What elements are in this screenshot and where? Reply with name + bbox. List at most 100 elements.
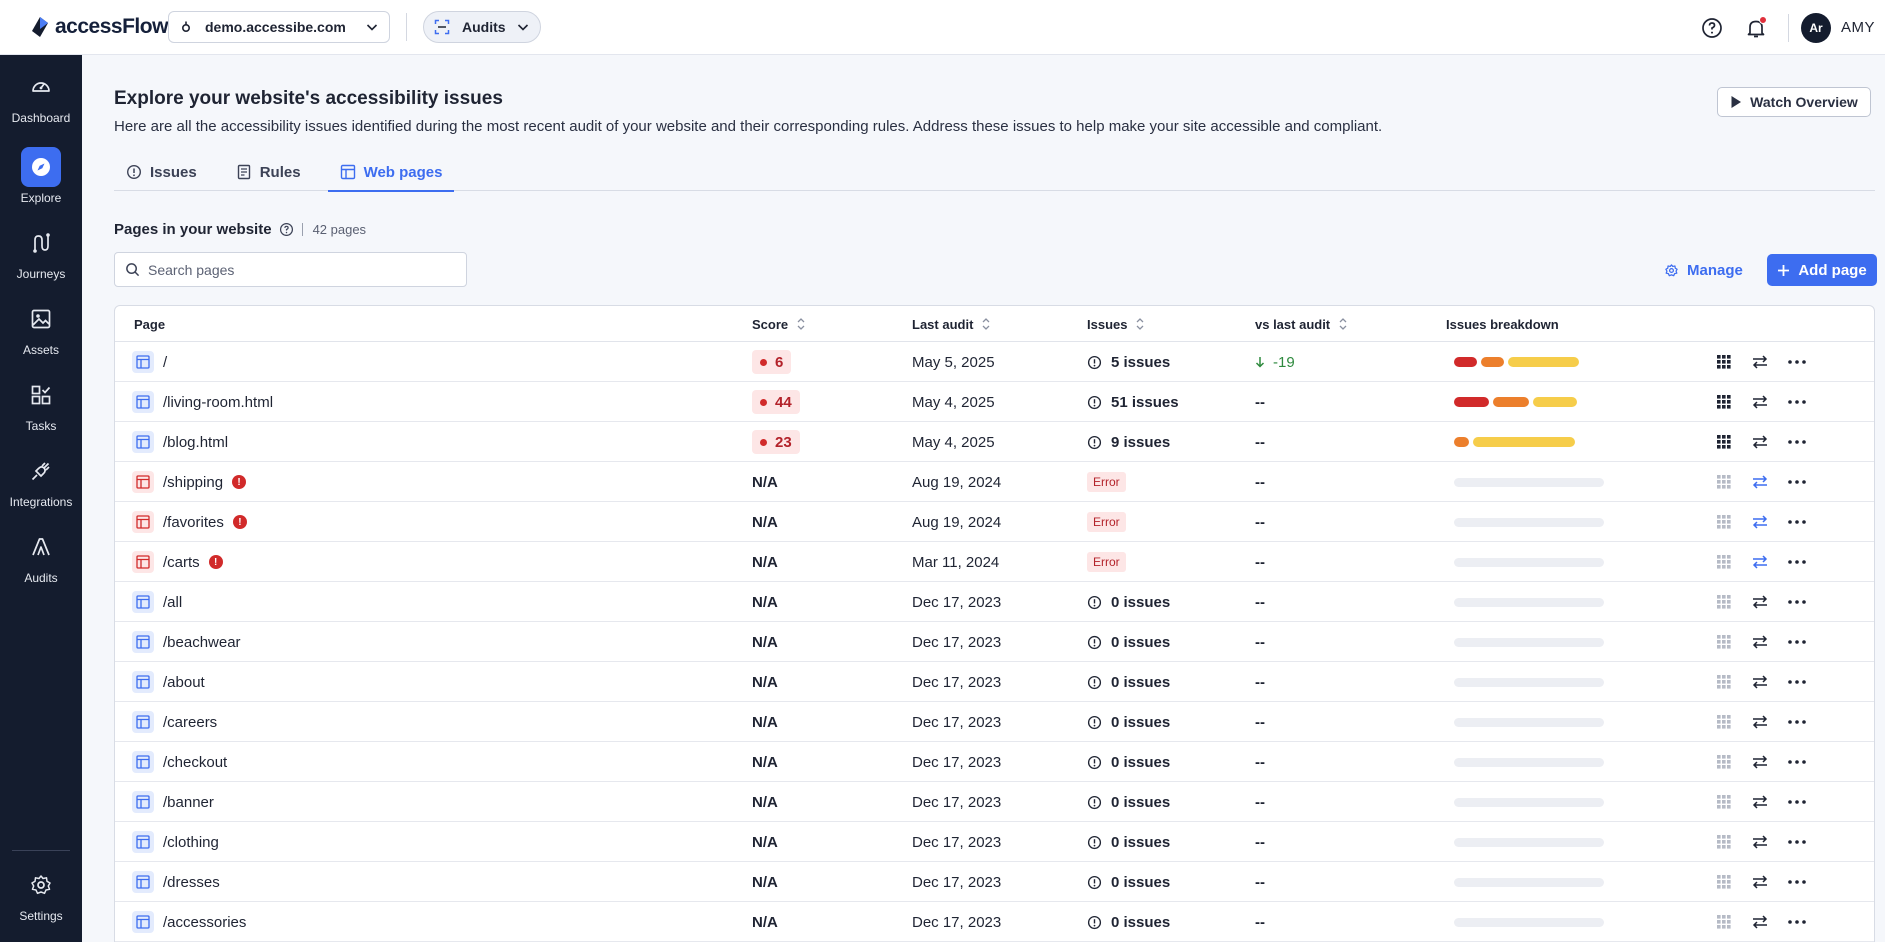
issues-cell[interactable]: 0 issues [1087,782,1170,822]
view-grid-button[interactable] [1716,662,1732,702]
compare-button[interactable] [1751,582,1769,622]
compare-button[interactable] [1751,662,1769,702]
view-grid-button[interactable] [1716,382,1732,422]
view-grid-button[interactable] [1716,342,1732,382]
more-options-button[interactable] [1788,542,1806,582]
issues-cell[interactable]: 5 issues [1087,342,1170,382]
tab-issues[interactable]: Issues [114,153,209,191]
sidebar-item-audits[interactable]: Audits [0,527,82,585]
table-row[interactable]: /about N/A Dec 17, 2023 0 issues -- [115,662,1874,702]
issues-cell[interactable]: 51 issues [1087,382,1179,422]
sidebar-item-assets[interactable]: Assets [0,299,82,357]
view-grid-button[interactable] [1716,702,1732,742]
compare-button[interactable] [1751,862,1769,902]
issues-cell[interactable]: 0 issues [1087,662,1170,702]
page-cell[interactable]: /living-room.html [132,382,273,422]
page-cell[interactable]: /favorites! [132,502,247,542]
issues-cell[interactable]: 0 issues [1087,622,1170,662]
sidebar-item-integrations[interactable]: Integrations [0,451,82,509]
manage-button[interactable]: Manage [1664,255,1743,285]
table-row[interactable]: /checkout N/A Dec 17, 2023 0 issues -- [115,742,1874,782]
help-icon[interactable] [1700,16,1724,40]
table-row[interactable]: / 6 May 5, 2025 5 issues -19 [115,342,1874,382]
view-grid-button[interactable] [1716,622,1732,662]
sidebar-item-explore[interactable]: Explore [0,147,82,205]
view-grid-button[interactable] [1716,462,1732,502]
column-header-last-audit[interactable]: Last audit [912,306,991,342]
more-options-button[interactable] [1788,462,1806,502]
page-cell[interactable]: /dresses [132,862,220,902]
page-cell[interactable]: /checkout [132,742,227,782]
view-grid-button[interactable] [1716,742,1732,782]
table-row[interactable]: /all N/A Dec 17, 2023 0 issues -- [115,582,1874,622]
avatar[interactable]: Ar [1800,12,1831,43]
more-options-button[interactable] [1788,742,1806,782]
compare-button[interactable] [1751,782,1769,822]
sidebar-item-journeys[interactable]: Journeys [0,223,82,281]
column-header-score[interactable]: Score [752,306,806,342]
issues-cell[interactable]: 9 issues [1087,422,1170,462]
help-icon[interactable] [279,222,294,237]
compare-button[interactable] [1751,502,1769,542]
issues-cell[interactable]: 0 issues [1087,702,1170,742]
page-cell[interactable]: /blog.html [132,422,228,462]
page-cell[interactable]: /clothing [132,822,219,862]
compare-button[interactable] [1751,422,1769,462]
compare-button[interactable] [1751,702,1769,742]
sidebar-item-dashboard[interactable]: Dashboard [0,67,82,125]
page-cell[interactable]: / [132,342,167,382]
page-cell[interactable]: /shipping! [132,462,247,502]
view-grid-button[interactable] [1716,862,1732,902]
search-input[interactable] [148,261,448,278]
compare-button[interactable] [1751,462,1769,502]
page-cell[interactable]: /all [132,582,182,622]
app-logo[interactable]: accessFlow [30,15,168,39]
compare-button[interactable] [1751,822,1769,862]
more-options-button[interactable] [1788,782,1806,822]
page-cell[interactable]: /carts! [132,542,223,582]
issues-cell[interactable]: 0 issues [1087,582,1170,622]
table-row[interactable]: /beachwear N/A Dec 17, 2023 0 issues -- [115,622,1874,662]
user-name[interactable]: AMY [1841,19,1875,36]
sidebar-item-tasks[interactable]: Tasks [0,375,82,433]
more-options-button[interactable] [1788,702,1806,742]
table-row[interactable]: /living-room.html 44 May 4, 2025 51 issues -… [115,382,1874,422]
issues-cell[interactable]: 0 issues [1087,742,1170,782]
watch-overview-button[interactable]: Watch Overview [1717,87,1871,117]
more-options-button[interactable] [1788,382,1806,422]
issues-cell[interactable]: 0 issues [1087,822,1170,862]
table-row[interactable]: /dresses N/A Dec 17, 2023 0 issues -- [115,862,1874,902]
table-row[interactable]: /favorites! N/A Aug 19, 2024 Error -- [115,502,1874,542]
tab-rules[interactable]: Rules [224,153,313,191]
compare-button[interactable] [1751,342,1769,382]
site-selector[interactable]: demo.accessibe.com [168,11,390,43]
more-options-button[interactable] [1788,422,1806,462]
more-options-button[interactable] [1788,862,1806,902]
table-row[interactable]: /blog.html 23 May 4, 2025 9 issues -- [115,422,1874,462]
compare-button[interactable] [1751,382,1769,422]
view-grid-button[interactable] [1716,502,1732,542]
more-options-button[interactable] [1788,342,1806,382]
more-options-button[interactable] [1788,662,1806,702]
page-cell[interactable]: /careers [132,702,217,742]
product-selector[interactable]: Audits [423,11,541,43]
sidebar-item-settings[interactable]: Settings [0,865,82,923]
more-options-button[interactable] [1788,582,1806,622]
issues-cell[interactable]: 0 issues [1087,862,1170,902]
compare-button[interactable] [1751,622,1769,662]
page-cell[interactable]: /banner [132,782,214,822]
view-grid-button[interactable] [1716,582,1732,622]
table-row[interactable]: /clothing N/A Dec 17, 2023 0 issues -- [115,822,1874,862]
table-row[interactable]: /accessories N/A Dec 17, 2023 0 issues -- [115,902,1874,942]
more-options-button[interactable] [1788,902,1806,942]
tab-web-pages[interactable]: Web pages [327,153,455,192]
page-cell[interactable]: /accessories [132,902,246,942]
more-options-button[interactable] [1788,502,1806,542]
compare-button[interactable] [1751,742,1769,782]
table-row[interactable]: /careers N/A Dec 17, 2023 0 issues -- [115,702,1874,742]
view-grid-button[interactable] [1716,902,1732,942]
more-options-button[interactable] [1788,822,1806,862]
notifications-button[interactable] [1744,15,1768,40]
column-header-vs-last-audit[interactable]: vs last audit [1255,306,1348,342]
table-row[interactable]: /banner N/A Dec 17, 2023 0 issues -- [115,782,1874,822]
